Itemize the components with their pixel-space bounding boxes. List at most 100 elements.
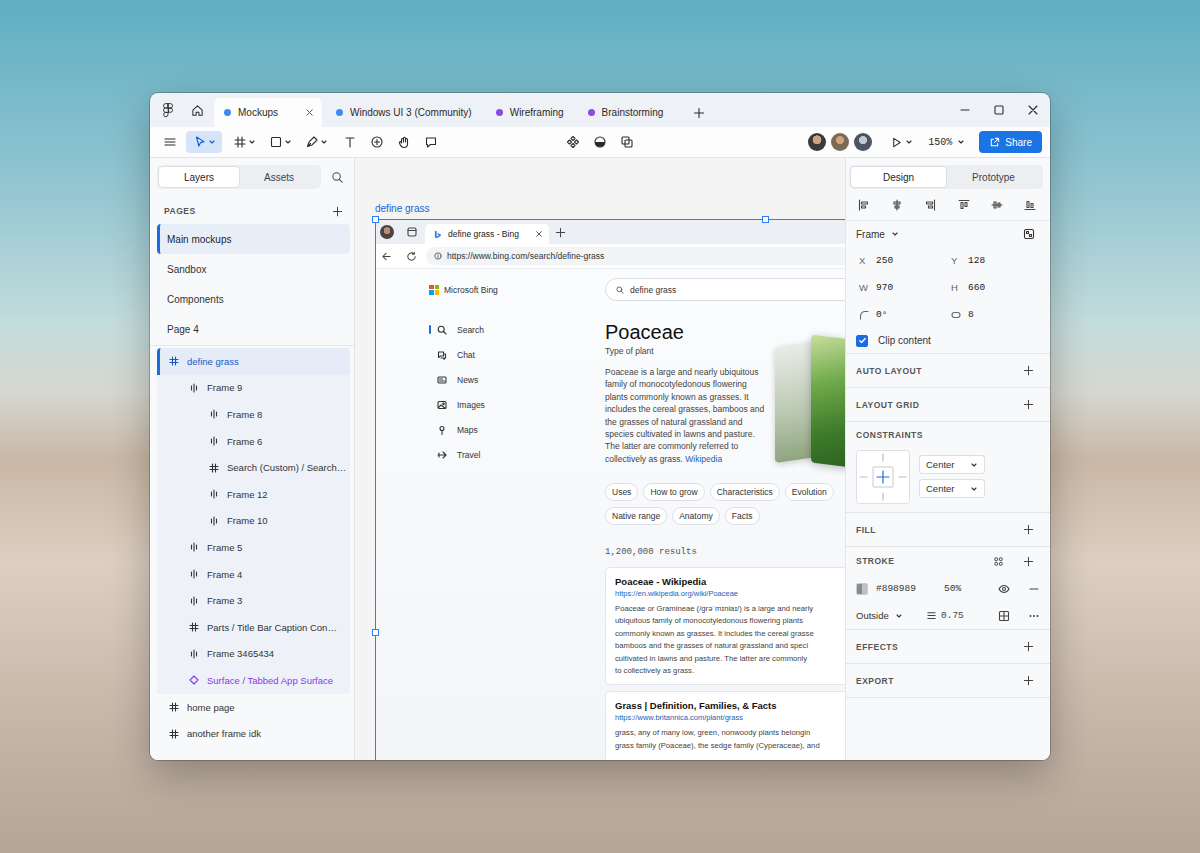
avatar[interactable] (808, 133, 826, 151)
plus-icon[interactable] (1023, 524, 1034, 535)
nav-item[interactable]: Travel (429, 442, 605, 467)
clip-content-checkbox[interactable] (856, 335, 868, 347)
constraints-widget[interactable] (856, 450, 910, 504)
browser-tab[interactable]: define grass - Bing (425, 224, 549, 244)
canvas[interactable]: define grass define grass - Bing https://w… (355, 158, 845, 760)
frame-presets-icon[interactable] (1023, 228, 1035, 240)
file-tab[interactable]: Brainstorming (578, 98, 674, 127)
geometry-field[interactable]: X250 (856, 247, 948, 274)
layer-item[interactable]: Surface / Tabbed App Surface (157, 667, 350, 694)
close-tab-icon[interactable] (305, 108, 314, 117)
hand-tool[interactable] (392, 131, 416, 153)
entity-photos[interactable] (775, 338, 845, 466)
comment-tool[interactable] (419, 131, 443, 153)
topic-chip[interactable]: Uses (605, 483, 638, 501)
resize-handle[interactable] (762, 216, 769, 223)
page-item[interactable]: Page 4 (157, 314, 350, 344)
layer-item[interactable]: home page (157, 694, 350, 721)
topic-chip[interactable]: How to grow (643, 483, 704, 501)
layer-item[interactable]: Frame 8 (157, 401, 350, 428)
plus-icon[interactable] (1023, 675, 1034, 686)
styles-icon[interactable] (993, 556, 1004, 567)
nav-item[interactable]: Maps (429, 417, 605, 442)
layer-item[interactable]: Frame 4 (157, 561, 350, 588)
align-top-icon[interactable] (958, 199, 970, 211)
layer-item[interactable]: Parts / Title Bar Caption Con… (157, 614, 350, 641)
frame-label[interactable]: define grass (375, 203, 845, 215)
new-tab-button[interactable] (687, 98, 711, 127)
align-bottom-icon[interactable] (1024, 199, 1036, 211)
inspector-tab[interactable]: Prototype (946, 167, 1041, 187)
add-page-button[interactable] (325, 199, 349, 223)
component-button[interactable] (561, 131, 585, 153)
tab-actions-icon[interactable] (406, 226, 418, 238)
figma-logo-icon[interactable] (163, 103, 173, 118)
stroke-position-dropdown[interactable]: Outside (856, 610, 926, 621)
file-tab[interactable]: Windows UI 3 (Community) (326, 98, 482, 127)
profile-avatar[interactable] (380, 225, 394, 239)
resize-handle[interactable] (372, 629, 379, 636)
resize-handle[interactable] (372, 216, 379, 223)
file-tab[interactable]: Wireframing (486, 98, 574, 127)
mask-button[interactable] (588, 131, 612, 153)
page-item[interactable]: Components (157, 284, 350, 314)
bing-brand[interactable]: Microsoft Bing (429, 285, 605, 295)
align-left-icon[interactable] (858, 199, 870, 211)
present-button[interactable] (888, 131, 914, 153)
url-field[interactable]: https://www.bing.com/search/define-grass (426, 247, 845, 265)
rotation-field[interactable]: 0° (856, 301, 948, 328)
radius-field[interactable]: 8 (948, 301, 1040, 328)
geometry-field[interactable]: Y128 (948, 247, 1040, 274)
maximize-button[interactable] (982, 93, 1016, 127)
layer-item[interactable]: Frame 9 (157, 375, 350, 402)
source-link[interactable]: Wikipedia (685, 454, 722, 464)
layer-item[interactable]: Frame 10 (157, 508, 350, 535)
pen-tool[interactable] (302, 131, 330, 153)
panel-tab[interactable]: Layers (159, 167, 239, 187)
geometry-field[interactable]: H660 (948, 274, 1040, 301)
selected-frame[interactable]: define grass - Bing https://www.bing.com/… (375, 219, 845, 760)
stroke-sides-icon[interactable] (998, 610, 1010, 622)
inspector-tab[interactable]: Design (851, 167, 946, 187)
stroke-weight-field[interactable]: 0.75 (926, 610, 980, 621)
shape-tool[interactable] (266, 131, 294, 153)
layer-item[interactable]: Frame 3465434 (157, 641, 350, 668)
align-right-icon[interactable] (924, 199, 936, 211)
refresh-icon[interactable] (406, 251, 417, 262)
page-item[interactable]: Main mockups (157, 224, 350, 254)
vertical-constraint-dropdown[interactable]: Center (919, 479, 985, 498)
topic-chip[interactable]: Native range (605, 507, 667, 525)
stroke-opacity[interactable]: 50% (944, 583, 980, 594)
text-tool[interactable] (338, 131, 362, 153)
frame-tool[interactable] (230, 131, 258, 153)
share-button[interactable]: Share (979, 131, 1042, 153)
avatar[interactable] (854, 133, 872, 151)
result-title[interactable]: Poaceae - Wikipedia (615, 575, 845, 588)
eye-icon[interactable] (998, 583, 1010, 595)
plus-icon[interactable] (1023, 556, 1034, 567)
resources-tool[interactable] (365, 131, 389, 153)
plus-icon[interactable] (555, 227, 566, 238)
result-url[interactable]: https://en.wikipedia.org/wiki/Poaceae (615, 588, 845, 599)
nav-item[interactable]: Search (429, 317, 605, 342)
layer-item[interactable]: Frame 5 (157, 534, 350, 561)
more-icon[interactable] (1028, 610, 1040, 622)
search-result[interactable]: Grass | Definition, Families, & Factshtt… (605, 691, 845, 760)
topic-chip[interactable]: Anatomy (672, 507, 720, 525)
result-url[interactable]: https://www.britannica.com/plant/grass (615, 712, 845, 723)
align-middle-icon[interactable] (991, 199, 1003, 211)
layer-type-dropdown[interactable]: Frame (856, 229, 899, 240)
minimize-button[interactable] (948, 93, 982, 127)
stroke-color[interactable]: #898989 (876, 583, 944, 594)
geometry-field[interactable]: W970 (856, 274, 948, 301)
page-item[interactable]: Sandbox (157, 254, 350, 284)
main-menu-button[interactable] (158, 131, 182, 153)
close-tab-icon[interactable] (535, 230, 543, 238)
search-result[interactable]: Poaceae - Wikipediahttps://en.wikipedia.… (605, 567, 845, 685)
nav-item[interactable]: Images (429, 392, 605, 417)
align-center-icon[interactable] (891, 199, 903, 211)
topic-chip[interactable]: Characteristics (710, 483, 780, 501)
plus-icon[interactable] (1023, 365, 1034, 376)
topic-chip[interactable]: Evolution (785, 483, 834, 501)
horizontal-constraint-dropdown[interactable]: Center (919, 455, 985, 474)
